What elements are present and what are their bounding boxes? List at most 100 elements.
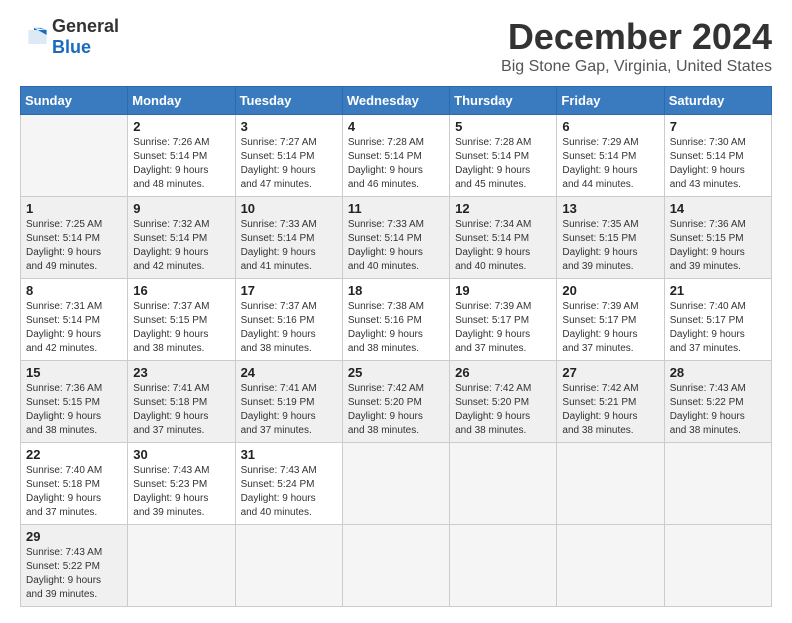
calendar-cell: 24 Sunrise: 7:41 AMSunset: 5:19 PMDayligh… (235, 361, 342, 443)
calendar-row: 1 Sunrise: 7:25 AMSunset: 5:14 PMDaylight… (21, 197, 772, 279)
day-info: Sunrise: 7:40 AMSunset: 5:17 PMDaylight:… (670, 300, 766, 356)
calendar-cell: 6Sunrise: 7:29 AMSunset: 5:14 PMDaylight… (557, 115, 664, 197)
calendar-cell: 16 Sunrise: 7:37 AMSunset: 5:15 PMDayligh… (128, 279, 235, 361)
calendar-header-row: SundayMondayTuesdayWednesdayThursdayFrid… (21, 87, 772, 115)
day-number: 10 (241, 201, 337, 216)
calendar-cell (342, 525, 449, 607)
calendar-cell: 28 Sunrise: 7:43 AMSunset: 5:22 PMDayligh… (664, 361, 771, 443)
day-info: Sunrise: 7:43 AMSunset: 5:22 PMDaylight:… (670, 382, 766, 438)
col-header-monday: Monday (128, 87, 235, 115)
day-number: 1 (26, 201, 122, 216)
day-number: 30 (133, 447, 229, 462)
day-info: Sunrise: 7:36 AMSunset: 5:15 PMDaylight:… (26, 382, 122, 438)
calendar-cell: 22 Sunrise: 7:40 AMSunset: 5:18 PMDayligh… (21, 443, 128, 525)
day-number: 11 (348, 201, 444, 216)
day-number: 20 (562, 283, 658, 298)
day-number: 7 (670, 119, 766, 134)
calendar-cell: 15 Sunrise: 7:36 AMSunset: 5:15 PMDayligh… (21, 361, 128, 443)
day-info: Sunrise: 7:43 AMSunset: 5:23 PMDaylight:… (133, 464, 229, 520)
day-number: 24 (241, 365, 337, 380)
calendar-cell: 30 Sunrise: 7:43 AMSunset: 5:23 PMDayligh… (128, 443, 235, 525)
day-info: Sunrise: 7:33 AMSunset: 5:14 PMDaylight:… (348, 218, 444, 274)
calendar-cell (450, 525, 557, 607)
calendar-cell: 17 Sunrise: 7:37 AMSunset: 5:16 PMDayligh… (235, 279, 342, 361)
day-info: Sunrise: 7:42 AMSunset: 5:20 PMDaylight:… (455, 382, 551, 438)
calendar-cell: 3 Sunrise: 7:27 AMSunset: 5:14 PMDaylight… (235, 115, 342, 197)
day-info: Sunrise: 7:42 AMSunset: 5:20 PMDaylight:… (348, 382, 444, 438)
calendar-cell (664, 443, 771, 525)
day-info: Sunrise: 7:38 AMSunset: 5:16 PMDaylight:… (348, 300, 444, 356)
col-header-wednesday: Wednesday (342, 87, 449, 115)
col-header-saturday: Saturday (664, 87, 771, 115)
day-number: 9 (133, 201, 229, 216)
day-info: Sunrise: 7:28 AMSunset: 5:14 PMDaylight:… (455, 136, 551, 192)
day-number: 28 (670, 365, 766, 380)
day-info: Sunrise: 7:27 AMSunset: 5:14 PMDaylight:… (241, 136, 337, 192)
day-info: Sunrise: 7:43 AMSunset: 5:22 PMDaylight:… (26, 546, 122, 602)
calendar-cell (557, 525, 664, 607)
calendar-cell: 14 Sunrise: 7:36 AMSunset: 5:15 PMDayligh… (664, 197, 771, 279)
day-number: 8 (26, 283, 122, 298)
calendar-cell (664, 525, 771, 607)
col-header-tuesday: Tuesday (235, 87, 342, 115)
day-number: 15 (26, 365, 122, 380)
calendar-row: 15 Sunrise: 7:36 AMSunset: 5:15 PMDayligh… (21, 361, 772, 443)
calendar-cell: 10 Sunrise: 7:33 AMSunset: 5:14 PMDayligh… (235, 197, 342, 279)
day-info: Sunrise: 7:35 AMSunset: 5:15 PMDaylight:… (562, 218, 658, 274)
day-number: 5 (455, 119, 551, 134)
calendar-cell (450, 443, 557, 525)
calendar-cell: 1 Sunrise: 7:25 AMSunset: 5:14 PMDaylight… (21, 197, 128, 279)
calendar-row: 29Sunrise: 7:43 AMSunset: 5:22 PMDayligh… (21, 525, 772, 607)
day-info: Sunrise: 7:40 AMSunset: 5:18 PMDaylight:… (26, 464, 122, 520)
calendar-cell: 11 Sunrise: 7:33 AMSunset: 5:14 PMDayligh… (342, 197, 449, 279)
day-info: Sunrise: 7:34 AMSunset: 5:14 PMDaylight:… (455, 218, 551, 274)
day-number: 16 (133, 283, 229, 298)
generalblue-logo-icon (20, 26, 48, 48)
day-number: 12 (455, 201, 551, 216)
calendar-cell: 19Sunrise: 7:39 AMSunset: 5:17 PMDayligh… (450, 279, 557, 361)
day-number: 3 (241, 119, 337, 134)
logo: General Blue (20, 16, 119, 58)
day-number: 26 (455, 365, 551, 380)
calendar-cell: 26 Sunrise: 7:42 AMSunset: 5:20 PMDayligh… (450, 361, 557, 443)
calendar-cell: 12 Sunrise: 7:34 AMSunset: 5:14 PMDayligh… (450, 197, 557, 279)
day-info: Sunrise: 7:25 AMSunset: 5:14 PMDaylight:… (26, 218, 122, 274)
calendar-cell: 27Sunrise: 7:42 AMSunset: 5:21 PMDayligh… (557, 361, 664, 443)
day-info: Sunrise: 7:37 AMSunset: 5:16 PMDaylight:… (241, 300, 337, 356)
calendar-cell: 8 Sunrise: 7:31 AMSunset: 5:14 PMDaylight… (21, 279, 128, 361)
day-info: Sunrise: 7:43 AMSunset: 5:24 PMDaylight:… (241, 464, 337, 520)
calendar-cell: 13Sunrise: 7:35 AMSunset: 5:15 PMDayligh… (557, 197, 664, 279)
day-number: 17 (241, 283, 337, 298)
day-number: 23 (133, 365, 229, 380)
calendar-cell (342, 443, 449, 525)
day-info: Sunrise: 7:31 AMSunset: 5:14 PMDaylight:… (26, 300, 122, 356)
day-number: 4 (348, 119, 444, 134)
day-info: Sunrise: 7:41 AMSunset: 5:19 PMDaylight:… (241, 382, 337, 438)
calendar-row: 8 Sunrise: 7:31 AMSunset: 5:14 PMDaylight… (21, 279, 772, 361)
calendar-cell (557, 443, 664, 525)
day-info: Sunrise: 7:32 AMSunset: 5:14 PMDaylight:… (133, 218, 229, 274)
calendar-cell: 21Sunrise: 7:40 AMSunset: 5:17 PMDayligh… (664, 279, 771, 361)
day-info: Sunrise: 7:37 AMSunset: 5:15 PMDaylight:… (133, 300, 229, 356)
day-info: Sunrise: 7:36 AMSunset: 5:15 PMDaylight:… (670, 218, 766, 274)
location-title: Big Stone Gap, Virginia, United States (501, 58, 772, 76)
calendar-cell: 4Sunrise: 7:28 AMSunset: 5:14 PMDaylight… (342, 115, 449, 197)
day-number: 22 (26, 447, 122, 462)
calendar-table: SundayMondayTuesdayWednesdayThursdayFrid… (20, 86, 772, 607)
day-info: Sunrise: 7:33 AMSunset: 5:14 PMDaylight:… (241, 218, 337, 274)
day-number: 14 (670, 201, 766, 216)
calendar-cell (21, 115, 128, 197)
logo-general: General (52, 16, 119, 36)
calendar-cell: 7Sunrise: 7:30 AMSunset: 5:14 PMDaylight… (664, 115, 771, 197)
calendar-cell: 2Sunrise: 7:26 AMSunset: 5:14 PMDaylight… (128, 115, 235, 197)
day-number: 2 (133, 119, 229, 134)
calendar-row: 2Sunrise: 7:26 AMSunset: 5:14 PMDaylight… (21, 115, 772, 197)
col-header-thursday: Thursday (450, 87, 557, 115)
day-number: 6 (562, 119, 658, 134)
day-info: Sunrise: 7:39 AMSunset: 5:17 PMDaylight:… (562, 300, 658, 356)
day-number: 18 (348, 283, 444, 298)
calendar-cell: 23 Sunrise: 7:41 AMSunset: 5:18 PMDayligh… (128, 361, 235, 443)
calendar-cell (235, 525, 342, 607)
day-info: Sunrise: 7:41 AMSunset: 5:18 PMDaylight:… (133, 382, 229, 438)
day-number: 25 (348, 365, 444, 380)
